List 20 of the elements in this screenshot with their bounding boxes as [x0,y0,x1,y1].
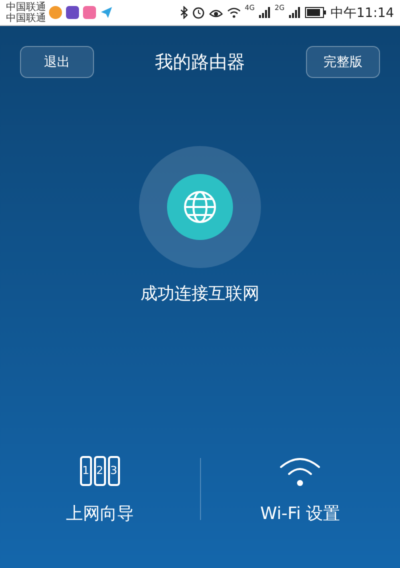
carrier-label: 中国联通 [6,12,46,24]
app-icon [83,6,96,19]
connection-status: 成功连接互联网 [140,283,260,305]
action-button[interactable]: Wi-Fi 设置 [200,452,400,526]
full-version-button[interactable]: 完整版 [306,46,380,78]
paper-plane-icon [100,6,113,19]
signal-bars-icon [258,7,271,18]
page-title: 我的路由器 [155,51,245,74]
exit-button[interactable]: 退出 [20,46,94,78]
alarm-icon [192,6,205,19]
clock-time: 中午11:14 [330,4,394,22]
signal-bars-icon [288,7,301,18]
app-icon [66,6,79,19]
action-button[interactable]: 1 2 3 上网向导 [0,452,200,526]
app-icon [49,6,62,19]
bluetooth-icon [180,6,188,19]
carrier-label: 中国联通 [6,2,46,12]
wifi-signal-icon [226,7,241,18]
globe-icon [182,189,218,225]
battery-icon [304,7,327,18]
